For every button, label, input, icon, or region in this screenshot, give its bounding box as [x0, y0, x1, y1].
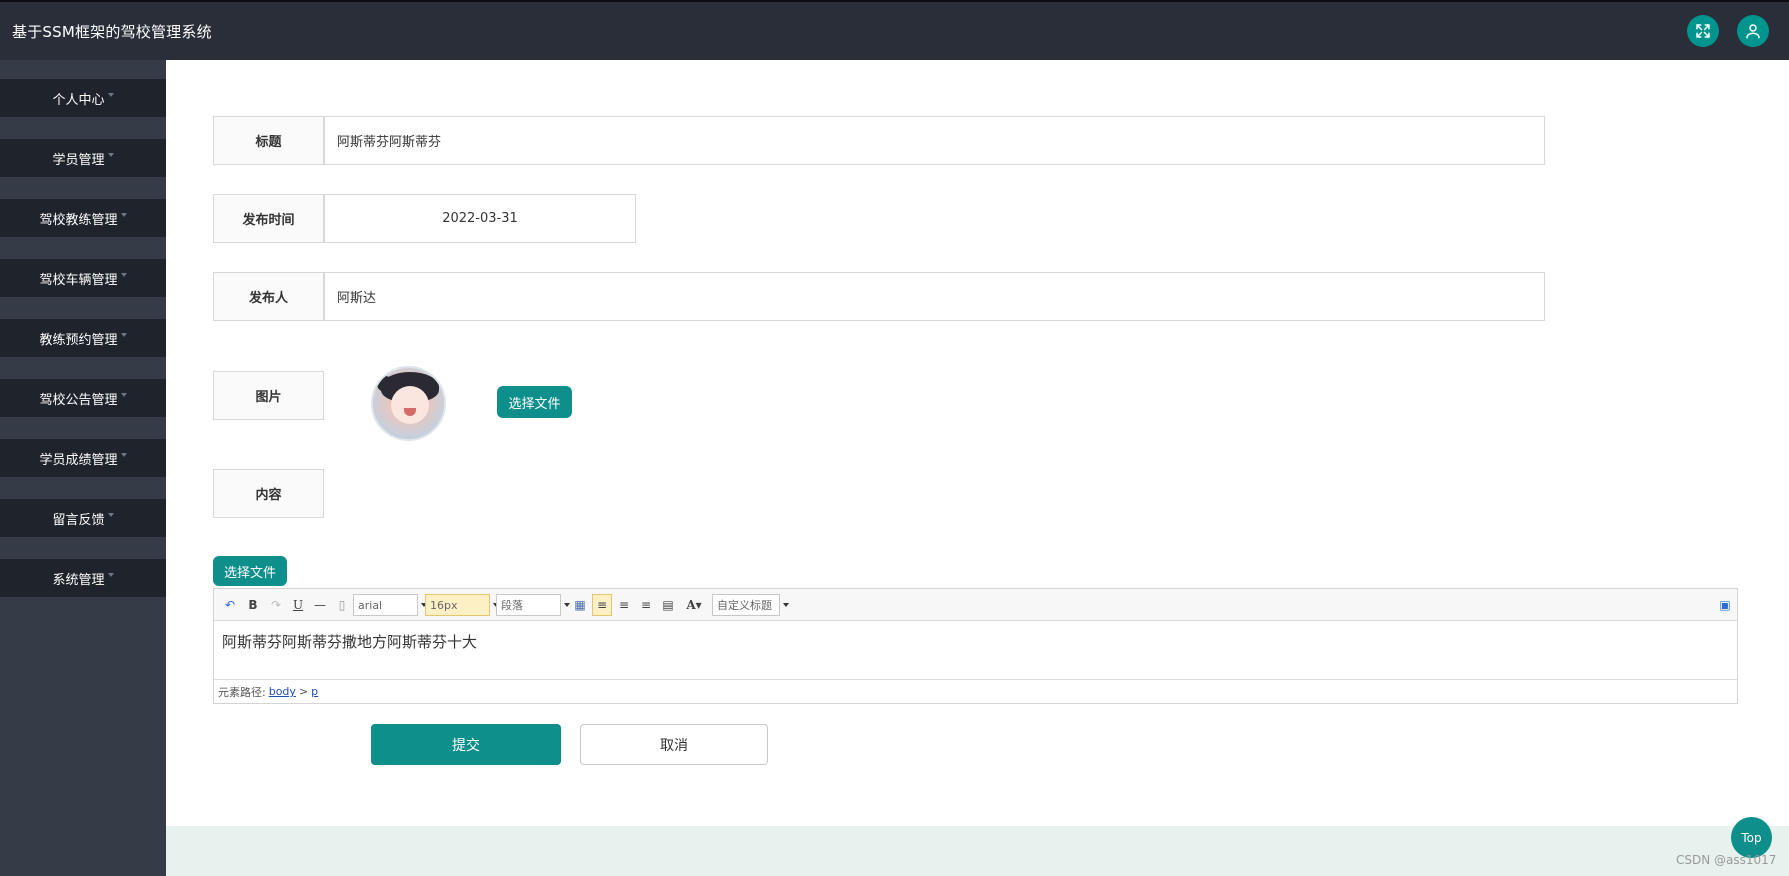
element-path-separator: > [298, 685, 309, 698]
chevron-down-icon [120, 273, 127, 277]
sidebar-item-vehicles[interactable]: 驾校车辆管理 [0, 259, 166, 297]
sidebar-item-system[interactable]: 系统管理 [0, 559, 166, 597]
element-path-bar: 元素路径: body > p [214, 679, 1737, 703]
chevron-down-icon [783, 603, 789, 607]
sidebar-item-label: 学员成绩管理 [39, 452, 118, 468]
chevron-down-icon [107, 573, 114, 577]
title-label: 标题 [213, 116, 324, 165]
image-label: 图片 [213, 371, 324, 420]
redo-icon[interactable]: ↷ [268, 596, 284, 614]
chevron-down-icon [107, 153, 114, 157]
align-right-icon[interactable]: ≡ [616, 596, 632, 614]
image-upload-button[interactable]: 选择文件 [497, 386, 572, 418]
paragraph-select[interactable]: 段落 [496, 594, 570, 616]
sidebar-item-label: 驾校车辆管理 [39, 272, 118, 288]
editor-content[interactable]: 阿斯蒂芬阿斯蒂芬撒地方阿斯蒂芬十大 [222, 631, 477, 652]
content-label: 内容 [213, 469, 324, 518]
underline-icon[interactable]: U [290, 596, 306, 614]
content-upload-button[interactable]: 选择文件 [213, 556, 287, 586]
cancel-button[interactable]: 取消 [580, 724, 768, 765]
sidebar-item-label: 个人中心 [52, 92, 105, 108]
author-input[interactable]: 阿斯达 [324, 272, 1545, 321]
chevron-down-icon [120, 213, 127, 217]
sidebar-item-announcements[interactable]: 驾校公告管理 [0, 379, 166, 417]
top-bar: 基于SSM框架的驾校管理系统 [0, 0, 1789, 60]
sidebar-item-scores[interactable]: 学员成绩管理 [0, 439, 166, 477]
sidebar-item-label: 留言反馈 [52, 512, 105, 528]
watermark: CSDN @ass1017 [1676, 853, 1777, 867]
chevron-down-icon [120, 453, 127, 457]
table-icon[interactable]: ▦ [572, 596, 588, 614]
align-justify-icon[interactable]: ▤ [660, 596, 676, 614]
sidebar-item-coaches[interactable]: 驾校教练管理 [0, 199, 166, 237]
font-family-select[interactable]: arial [353, 594, 427, 616]
sidebar-item-label: 驾校教练管理 [39, 212, 118, 228]
chevron-down-icon [564, 603, 570, 607]
rich-text-editor[interactable]: ↶ B ↷ U — ▯ arial 16px 段落 ▦ ≡ ≡ ≡ ▤ A▾ 自… [213, 588, 1738, 704]
chevron-down-icon [120, 333, 127, 337]
app-title: 基于SSM框架的驾校管理系统 [12, 23, 212, 41]
sidebar-item-label: 驾校公告管理 [39, 392, 118, 408]
element-path-body-link[interactable]: body [269, 685, 296, 698]
bold-icon[interactable]: B [245, 596, 261, 614]
horizontal-rule-icon[interactable]: — [312, 596, 328, 614]
undo-icon[interactable]: ↶ [222, 596, 238, 614]
align-left-icon[interactable]: ≡ [592, 594, 612, 616]
fullscreen-icon[interactable] [1687, 15, 1719, 47]
sidebar: 个人中心 学员管理 驾校教练管理 驾校车辆管理 教练预约管理 驾校公告管理 学员… [0, 60, 166, 876]
sidebar-item-label: 学员管理 [52, 152, 105, 168]
element-path-label: 元素路径: [218, 685, 266, 699]
uploaded-image-thumbnail [371, 366, 446, 441]
footer-band [166, 826, 1789, 876]
publish-time-input[interactable]: 2022-03-31 [324, 194, 636, 243]
align-center-icon[interactable]: ≡ [638, 596, 654, 614]
editor-toolbar: ↶ B ↷ U — ▯ arial 16px 段落 ▦ ≡ ≡ ≡ ▤ A▾ 自… [214, 589, 1737, 621]
back-to-top-button[interactable]: Top [1731, 817, 1772, 858]
fullscreen-editor-icon[interactable]: ▣ [1717, 596, 1733, 614]
sidebar-item-label: 教练预约管理 [39, 332, 118, 348]
font-color-icon[interactable]: A▾ [683, 596, 705, 614]
title-input[interactable]: 阿斯蒂芬阿斯蒂芬 [324, 116, 1545, 165]
publish-time-label: 发布时间 [213, 194, 324, 243]
chevron-down-icon [107, 513, 114, 517]
chevron-down-icon [120, 393, 127, 397]
element-path-p-link[interactable]: p [311, 685, 318, 698]
user-icon[interactable] [1737, 15, 1769, 47]
author-label: 发布人 [213, 272, 324, 321]
sidebar-item-feedback[interactable]: 留言反馈 [0, 499, 166, 537]
sidebar-item-label: 系统管理 [52, 572, 105, 588]
paste-plain-icon[interactable]: ▯ [334, 596, 350, 614]
custom-heading-select[interactable]: 自定义标题 [712, 594, 789, 616]
submit-button[interactable]: 提交 [371, 724, 561, 765]
sidebar-item-personal-center[interactable]: 个人中心 [0, 79, 166, 117]
font-size-select[interactable]: 16px [425, 594, 499, 616]
sidebar-item-appointments[interactable]: 教练预约管理 [0, 319, 166, 357]
chevron-down-icon [107, 93, 114, 97]
sidebar-item-students[interactable]: 学员管理 [0, 139, 166, 177]
